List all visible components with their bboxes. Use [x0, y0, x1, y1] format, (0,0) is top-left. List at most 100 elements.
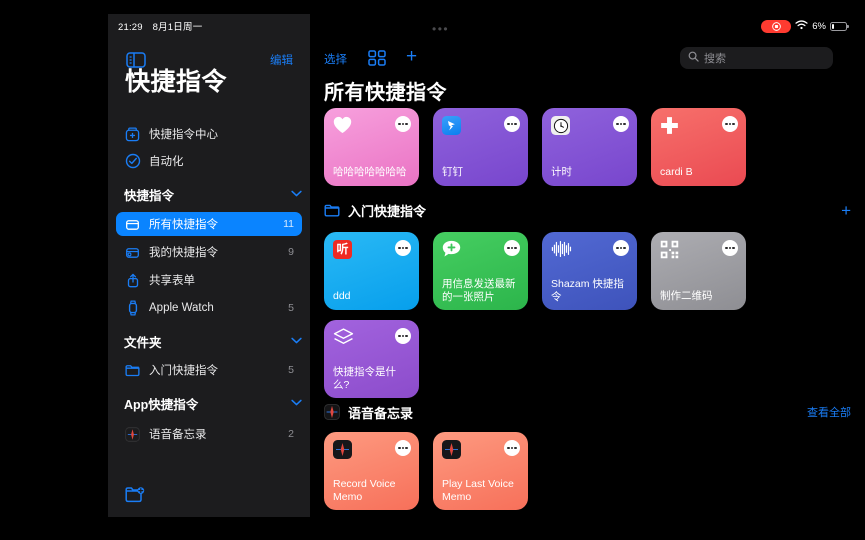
- status-date: 8月1日周一: [152, 22, 203, 33]
- sidebar-item-all-shortcuts[interactable]: 所有快捷指令 11: [116, 212, 302, 236]
- voice-memos-icon: [324, 404, 340, 420]
- add-to-folder-button[interactable]: +: [841, 202, 851, 219]
- card-title: Shazam 快捷指令: [551, 278, 624, 303]
- see-all-button[interactable]: 查看全部: [807, 404, 851, 420]
- sidebar-item-label: 快捷指令中心: [149, 129, 218, 141]
- select-button[interactable]: 选择: [324, 51, 347, 67]
- battery-percent: 6%: [812, 20, 826, 32]
- card-title: 快捷指令是什么?: [333, 366, 396, 391]
- sidebar-item-gallery[interactable]: 快捷指令中心: [116, 122, 302, 146]
- card-more-button[interactable]: [613, 240, 629, 256]
- card-more-button[interactable]: [395, 328, 411, 344]
- shortcut-card[interactable]: Shazam 快捷指令: [542, 232, 637, 310]
- card-title: ddd: [333, 290, 351, 302]
- card-more-button[interactable]: [722, 116, 738, 132]
- card-more-button[interactable]: [613, 116, 629, 132]
- sidebar-item-label: Apple Watch: [149, 302, 214, 314]
- section-title: 快捷指令: [124, 188, 175, 203]
- heart-icon: [333, 116, 352, 139]
- card-more-button[interactable]: [395, 440, 411, 456]
- card-more-button[interactable]: [504, 240, 520, 256]
- shortcut-card[interactable]: Play Last Voice Memo: [433, 432, 528, 510]
- sidebar-item-voice-memos[interactable]: 语音备忘录 2: [116, 422, 302, 446]
- search-icon: [688, 49, 699, 67]
- sidebar-item-label: 共享表单: [149, 275, 195, 287]
- chevron-down-icon[interactable]: [291, 189, 302, 200]
- card-title: Play Last Voice Memo: [442, 478, 514, 503]
- plus-cross-icon: [660, 116, 679, 140]
- section-title: 语音备忘录: [348, 405, 414, 421]
- status-time: 21:29: [118, 22, 143, 33]
- section-title: App快捷指令: [124, 397, 199, 412]
- voice-memos-app-icon: [333, 440, 352, 459]
- sidebar-item-label: 我的快捷指令: [149, 247, 218, 259]
- shortcut-card[interactable]: 制作二维码: [651, 232, 746, 310]
- search-placeholder: 搜索: [704, 53, 726, 65]
- sidebar-item-starter-folder[interactable]: 入门快捷指令 5: [116, 358, 302, 382]
- multitask-handle[interactable]: •••: [432, 23, 449, 35]
- section-title: 文件夹: [124, 335, 162, 350]
- sidebar-item-my-shortcuts[interactable]: 我的快捷指令 9: [116, 240, 302, 264]
- section-header-starter-shortcuts: 入门快捷指令 +: [324, 200, 851, 220]
- edit-button[interactable]: 编辑: [270, 52, 293, 68]
- voice-memos-icon: [124, 426, 141, 443]
- messages-add-icon: [442, 240, 461, 263]
- voice-memos-app-icon: [442, 440, 461, 459]
- shortcut-card[interactable]: cardi B: [651, 108, 746, 186]
- ximalaya-app-icon: 听: [333, 240, 352, 259]
- card-more-button[interactable]: [395, 240, 411, 256]
- chevron-down-icon[interactable]: [291, 336, 302, 347]
- sidebar-section-header-folders[interactable]: 文件夹: [124, 332, 302, 350]
- card-title: 制作二维码: [660, 290, 713, 302]
- card-more-button[interactable]: [504, 116, 520, 132]
- card-more-button[interactable]: [722, 240, 738, 256]
- shortcut-card[interactable]: 钉钉: [433, 108, 528, 186]
- grid-view-icon[interactable]: [368, 50, 386, 66]
- sidebar: 21:29 8月1日周一 编辑 快捷指令 快捷指令中心 自动化 快捷指令 所有快…: [108, 14, 310, 517]
- shortcut-card[interactable]: Record Voice Memo: [324, 432, 419, 510]
- recording-indicator: [761, 19, 792, 33]
- card-title: 计时: [551, 166, 572, 178]
- sidebar-item-apple-watch[interactable]: Apple Watch 5: [116, 296, 302, 320]
- sidebar-item-count: 5: [288, 364, 294, 376]
- search-input[interactable]: 搜索: [680, 47, 833, 69]
- shortcut-card[interactable]: 计时: [542, 108, 637, 186]
- shortcut-card[interactable]: 哈哈哈哈哈哈哈: [324, 108, 419, 186]
- card-more-button[interactable]: [395, 116, 411, 132]
- section-header-voice-memos: 语音备忘录 查看全部: [324, 402, 851, 422]
- shortcut-card[interactable]: 快捷指令是什么?: [324, 320, 419, 398]
- sidebar-status-bar: 21:29 8月1日周一: [118, 19, 202, 33]
- all-shortcuts-icon: [124, 216, 141, 233]
- card-title: 用信息发送最新的一张照片: [442, 278, 516, 303]
- card-title: 哈哈哈哈哈哈哈: [333, 166, 407, 178]
- sidebar-item-automation[interactable]: 自动化: [116, 149, 302, 173]
- shortcut-card[interactable]: 听 ddd: [324, 232, 419, 310]
- sidebar-section-header-shortcuts[interactable]: 快捷指令: [124, 185, 302, 203]
- ipad-screen: 21:29 8月1日周一 编辑 快捷指令 快捷指令中心 自动化 快捷指令 所有快…: [0, 0, 865, 540]
- share-sheet-icon: [124, 272, 141, 289]
- sidebar-item-label: 自动化: [149, 156, 184, 168]
- sidebar-item-count: 5: [288, 302, 294, 314]
- shortcut-card[interactable]: 用信息发送最新的一张照片: [433, 232, 528, 310]
- apple-watch-icon: [124, 300, 141, 317]
- new-folder-icon[interactable]: [125, 486, 147, 504]
- main-toolbar: 选择 + 搜索: [310, 47, 865, 74]
- folder-icon: [324, 203, 340, 218]
- sidebar-section-header-app-shortcuts[interactable]: App快捷指令: [124, 394, 302, 412]
- sidebar-item-count: 11: [283, 218, 294, 230]
- section-title: 入门快捷指令: [348, 203, 427, 219]
- sidebar-item-count: 9: [288, 246, 294, 258]
- card-more-button[interactable]: [504, 440, 520, 456]
- chevron-down-icon[interactable]: [291, 398, 302, 409]
- battery-icon: [830, 21, 849, 31]
- page-title: 所有快捷指令: [324, 82, 447, 104]
- sidebar-item-label: 语音备忘录: [149, 429, 207, 441]
- card-title: cardi B: [660, 166, 693, 178]
- sidebar-item-share-sheet[interactable]: 共享表单: [116, 268, 302, 292]
- status-bar-right: 6%: [761, 19, 849, 33]
- qrcode-icon: [660, 240, 679, 264]
- main-content: ••• 6% 选择 + 搜索 所有快捷指令 哈哈哈哈哈哈哈 钉钉 计时 card…: [310, 14, 865, 517]
- card-title: Record Voice Memo: [333, 478, 396, 503]
- card-title: 钉钉: [442, 166, 463, 178]
- add-shortcut-button[interactable]: +: [406, 47, 417, 66]
